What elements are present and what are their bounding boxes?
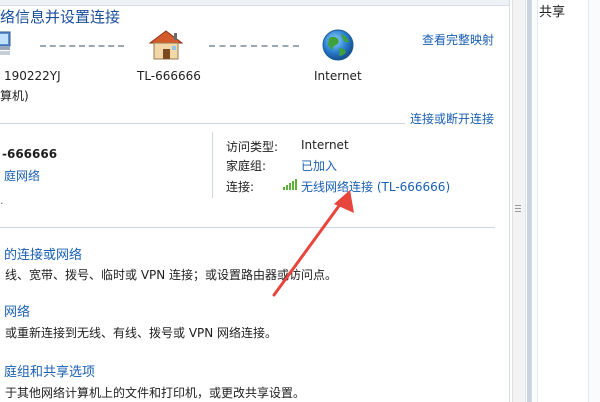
computer-name-label: 190222YJ <box>4 69 61 83</box>
scrollbar-grip-line <box>515 211 521 212</box>
network-name: -666666 <box>2 147 58 161</box>
access-type-value: Internet <box>301 138 349 152</box>
connect-network-desc: 或重新连接到无线、有线、拨号或 VPN 网络连接。 <box>5 326 278 340</box>
connect-disconnect-link[interactable]: 连接或断开连接 <box>410 110 494 127</box>
homegroup-link[interactable]: 已加入 <box>301 157 337 174</box>
link-computer-router <box>40 45 124 47</box>
vertical-scrollbar[interactable] <box>512 0 526 402</box>
view-full-map-link[interactable]: 查看完整映射 <box>422 31 494 48</box>
access-type-label: 访问类型: <box>226 140 279 154</box>
side-panel-inner <box>537 0 589 402</box>
homegroup-label: 家庭组: <box>226 159 267 173</box>
side-panel-text: 共享 <box>539 5 566 20</box>
connect-network-link[interactable]: 网络 <box>4 301 30 320</box>
computer-icon[interactable] <box>0 30 14 60</box>
scroll-dot: · <box>0 197 4 210</box>
homegroup-sharing-desc: 于其他网络计算机上的文件和打印机，或更改共享设置。 <box>5 386 306 400</box>
router-name-label: TL-666666 <box>137 69 201 83</box>
internet-label: Internet <box>314 69 362 83</box>
setup-connection-link[interactable]: 的连接或网络 <box>4 244 82 263</box>
section-divider-bottom <box>0 227 495 228</box>
info-divider <box>212 132 213 198</box>
scrollbar-grip-line <box>515 208 521 209</box>
section-divider-top <box>0 123 405 124</box>
page-title: 络信息并设置连接 <box>0 8 121 26</box>
link-router-internet <box>209 45 299 47</box>
computer-sub-label: 算机) <box>0 89 29 103</box>
scrollbar-grip[interactable] <box>515 205 521 206</box>
homegroup-sharing-link[interactable]: 庭组和共享选项 <box>4 361 95 380</box>
internet-globe-icon[interactable] <box>321 28 355 62</box>
connection-label: 连接: <box>226 180 255 194</box>
home-router-icon[interactable] <box>148 29 184 61</box>
annotation-arrow-icon <box>272 190 354 297</box>
network-type-link[interactable]: 庭网络 <box>4 167 40 184</box>
